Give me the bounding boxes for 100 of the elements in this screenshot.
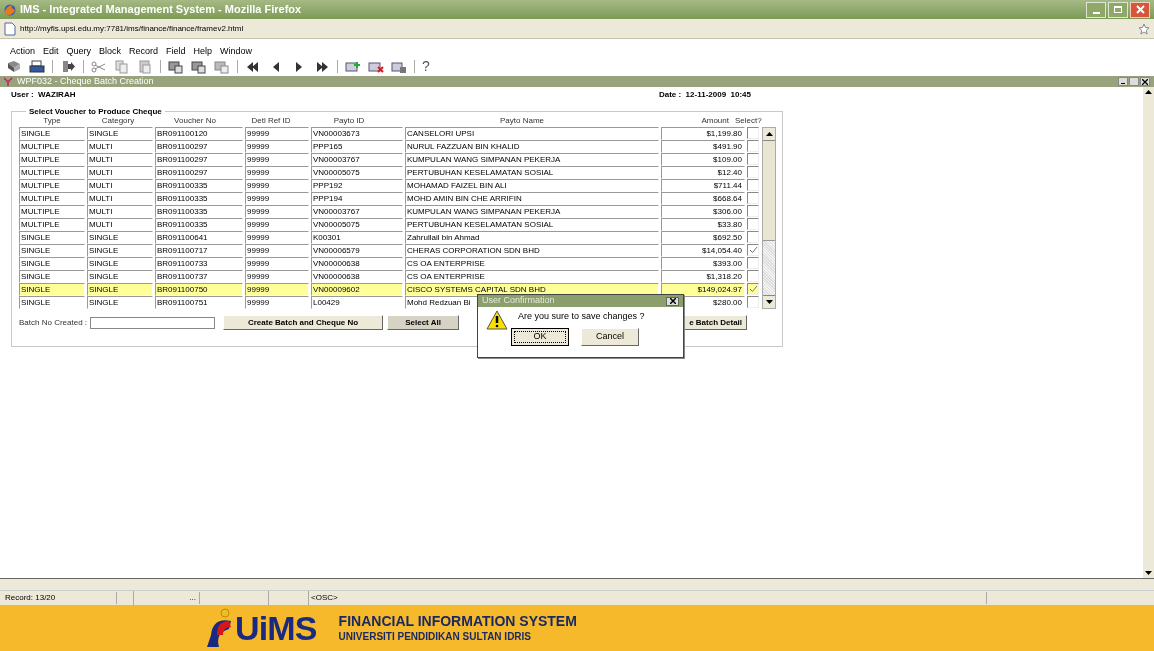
table-cell[interactable]: BR091100297 bbox=[155, 166, 243, 179]
minimize-button[interactable] bbox=[1118, 77, 1128, 86]
record-icon[interactable] bbox=[214, 58, 230, 74]
table-cell[interactable]: MULTIPLE bbox=[19, 166, 85, 179]
table-cell[interactable]: BR091100717 bbox=[155, 244, 243, 257]
table-cell[interactable]: SINGLE bbox=[19, 231, 85, 244]
table-cell[interactable]: BR091100297 bbox=[155, 140, 243, 153]
table-cell[interactable]: $14,054.40 bbox=[661, 244, 745, 257]
menu-item[interactable]: Record bbox=[129, 44, 159, 59]
menu-item[interactable]: Window bbox=[220, 44, 253, 59]
select-all-button[interactable]: Select All bbox=[387, 315, 460, 330]
table-cell[interactable]: BR091100733 bbox=[155, 257, 243, 270]
table-cell[interactable]: 99999 bbox=[245, 231, 309, 244]
table-cell[interactable]: VN00003767 bbox=[311, 205, 403, 218]
table-cell[interactable]: MULTI bbox=[87, 166, 153, 179]
table-cell[interactable]: SINGLE bbox=[87, 283, 153, 296]
horizontal-scrollbar[interactable] bbox=[0, 578, 1154, 590]
select-checkbox[interactable] bbox=[747, 166, 759, 178]
table-cell[interactable]: VN00006579 bbox=[311, 244, 403, 257]
table-cell[interactable]: PPP165 bbox=[311, 140, 403, 153]
table-cell[interactable]: 99999 bbox=[245, 140, 309, 153]
menu-item[interactable]: Action bbox=[10, 44, 35, 59]
menu-item[interactable]: Query bbox=[66, 44, 92, 59]
table-cell[interactable]: 99999 bbox=[245, 127, 309, 140]
table-cell[interactable]: $711.44 bbox=[661, 179, 745, 192]
table-cell[interactable]: BR091100750 bbox=[155, 283, 243, 296]
create-batch-button[interactable]: Create Batch and Cheque No bbox=[223, 315, 384, 330]
select-checkbox[interactable] bbox=[747, 283, 759, 295]
table-cell[interactable]: SINGLE bbox=[87, 244, 153, 257]
table-cell[interactable]: MULTIPLE bbox=[19, 205, 85, 218]
table-cell[interactable]: 99999 bbox=[245, 179, 309, 192]
scroll-down-button[interactable] bbox=[763, 295, 775, 308]
table-cell[interactable]: PERTUBUHAN KESELAMATAN SOSIAL bbox=[405, 166, 659, 179]
select-checkbox[interactable] bbox=[747, 231, 759, 243]
paste-icon[interactable] bbox=[137, 58, 153, 74]
table-cell[interactable]: PERTUBUHAN KESELAMATAN SOSIAL bbox=[405, 218, 659, 231]
table-cell[interactable]: $668.64 bbox=[661, 192, 745, 205]
table-cell[interactable]: VN00000638 bbox=[311, 270, 403, 283]
select-checkbox[interactable] bbox=[747, 244, 759, 256]
table-cell[interactable]: MULTI bbox=[87, 179, 153, 192]
table-cell[interactable]: MOHAMAD FAIZEL BIN ALI bbox=[405, 179, 659, 192]
table-cell[interactable]: 99999 bbox=[245, 166, 309, 179]
table-cell[interactable]: $1,318.20 bbox=[661, 270, 745, 283]
table-cell[interactable]: 99999 bbox=[245, 192, 309, 205]
table-cell[interactable]: SINGLE bbox=[87, 231, 153, 244]
save-icon[interactable] bbox=[6, 58, 22, 74]
table-cell[interactable]: CANSELORI UPSI bbox=[405, 127, 659, 140]
select-checkbox[interactable] bbox=[747, 270, 759, 282]
table-cell[interactable]: 99999 bbox=[245, 244, 309, 257]
table-cell[interactable]: VN00009602 bbox=[311, 283, 403, 296]
table-cell[interactable]: SINGLE bbox=[19, 244, 85, 257]
table-cell[interactable]: MOHD AMIN BIN CHE ARRIFIN bbox=[405, 192, 659, 205]
table-cell[interactable]: BR091100335 bbox=[155, 192, 243, 205]
table-cell[interactable]: MULTIPLE bbox=[19, 218, 85, 231]
table-cell[interactable]: 99999 bbox=[245, 283, 309, 296]
table-cell[interactable]: MULTI bbox=[87, 153, 153, 166]
table-cell[interactable]: 99999 bbox=[245, 257, 309, 270]
table-cell[interactable]: BR091100297 bbox=[155, 153, 243, 166]
table-cell[interactable]: MULTI bbox=[87, 192, 153, 205]
table-cell[interactable]: CHERAS CORPORATION SDN BHD bbox=[405, 244, 659, 257]
table-cell[interactable]: MULTIPLE bbox=[19, 140, 85, 153]
table-cell[interactable]: BR091100737 bbox=[155, 270, 243, 283]
ok-button[interactable]: OK bbox=[511, 328, 569, 346]
table-cell[interactable]: VN00003673 bbox=[311, 127, 403, 140]
table-cell[interactable]: VN00003767 bbox=[311, 153, 403, 166]
table-cell[interactable]: SINGLE bbox=[19, 257, 85, 270]
table-cell[interactable]: SINGLE bbox=[87, 270, 153, 283]
close-button[interactable] bbox=[666, 296, 679, 306]
table-cell[interactable]: 99999 bbox=[245, 205, 309, 218]
scroll-thumb[interactable] bbox=[763, 141, 775, 241]
table-cell[interactable]: SINGLE bbox=[19, 296, 85, 309]
exit-icon[interactable] bbox=[60, 58, 76, 74]
scrollbar[interactable] bbox=[762, 127, 776, 309]
menu-item[interactable]: Help bbox=[193, 44, 213, 59]
table-cell[interactable]: KUMPULAN WANG SIMPANAN PEKERJA bbox=[405, 205, 659, 218]
table-cell[interactable]: 99999 bbox=[245, 270, 309, 283]
table-cell[interactable]: $12.40 bbox=[661, 166, 745, 179]
table-cell[interactable]: VN00005075 bbox=[311, 218, 403, 231]
record-icon[interactable] bbox=[191, 58, 207, 74]
select-checkbox[interactable] bbox=[747, 127, 759, 139]
table-cell[interactable]: $692.50 bbox=[661, 231, 745, 244]
url-text[interactable]: http://myfis.upsi.edu.my:7781/ims/finance/finance/framev2.html bbox=[20, 22, 244, 35]
table-cell[interactable]: 99999 bbox=[245, 296, 309, 309]
select-checkbox[interactable] bbox=[747, 205, 759, 217]
table-cell[interactable]: $491.90 bbox=[661, 140, 745, 153]
help-button[interactable]: ? bbox=[422, 59, 430, 73]
star-icon[interactable] bbox=[1138, 22, 1150, 35]
table-cell[interactable]: MULTI bbox=[87, 140, 153, 153]
table-cell[interactable]: $1,199.80 bbox=[661, 127, 745, 140]
table-cell[interactable]: 99999 bbox=[245, 153, 309, 166]
table-cell[interactable]: Zahrullail bin Ahmad bbox=[405, 231, 659, 244]
table-cell[interactable]: NURUL FAZZUAN BIN KHALID bbox=[405, 140, 659, 153]
scrollbar[interactable] bbox=[1143, 87, 1154, 578]
table-cell[interactable]: SINGLE bbox=[87, 127, 153, 140]
table-cell[interactable]: $109.00 bbox=[661, 153, 745, 166]
table-cell[interactable]: VN00005075 bbox=[311, 166, 403, 179]
table-cell[interactable]: BR091100335 bbox=[155, 218, 243, 231]
table-cell[interactable]: SINGLE bbox=[87, 296, 153, 309]
select-checkbox[interactable] bbox=[747, 153, 759, 165]
table-cell[interactable]: CS OA ENTERPRISE bbox=[405, 257, 659, 270]
